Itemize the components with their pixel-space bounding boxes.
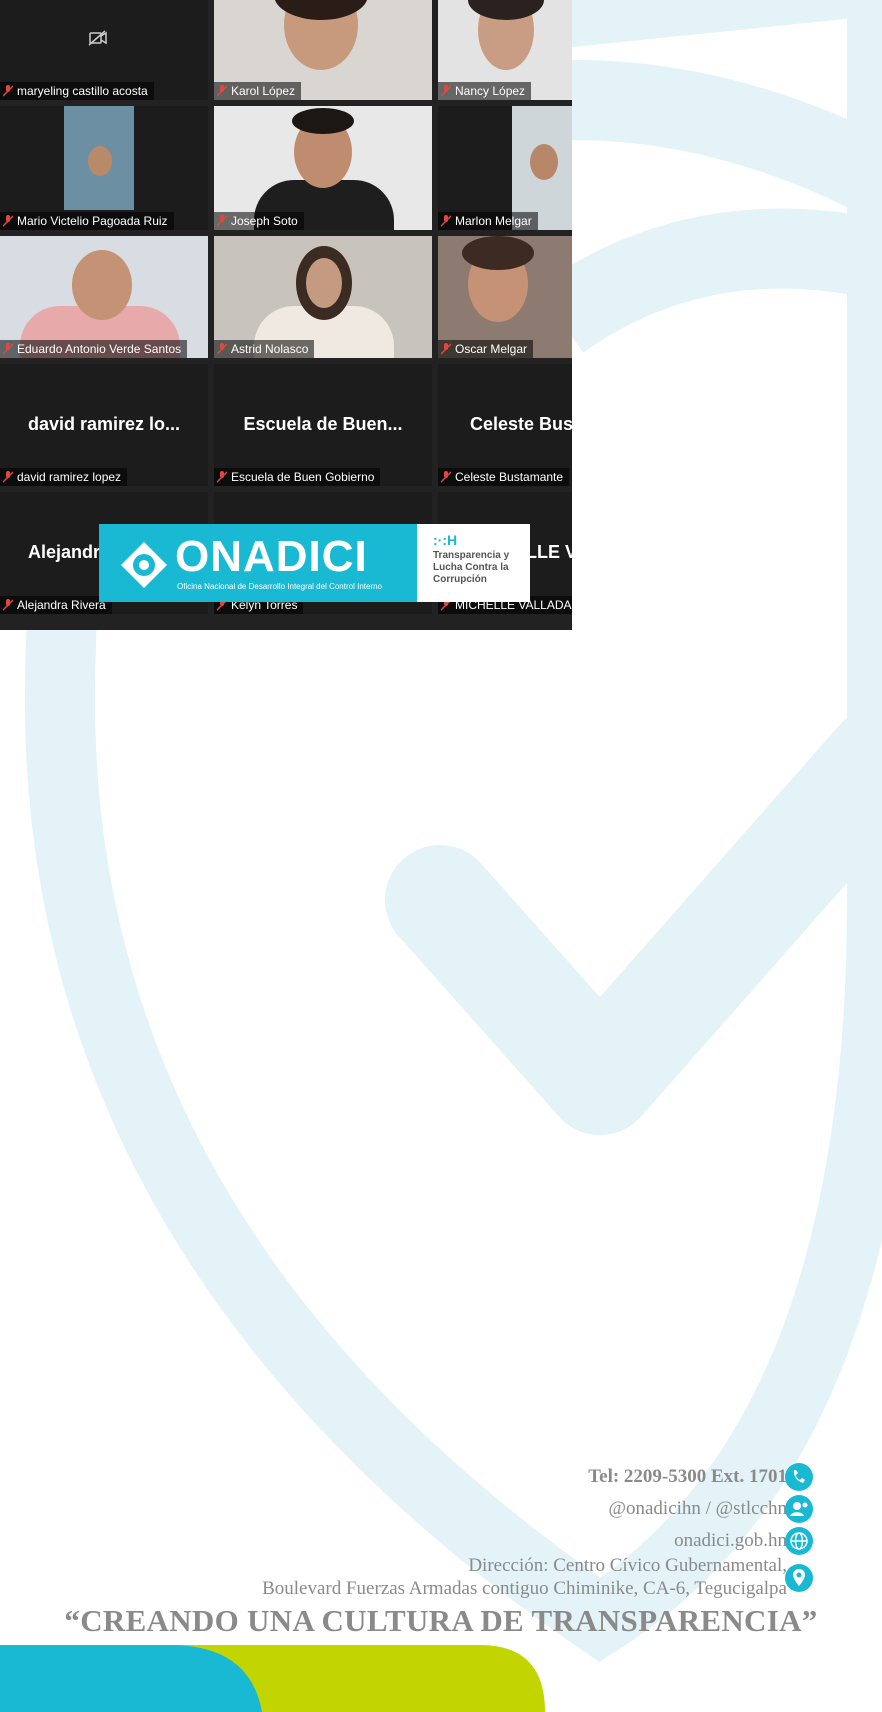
social-icon (785, 1495, 813, 1523)
participant-name-label: Nancy López (438, 82, 532, 100)
mic-muted-icon (3, 215, 13, 227)
mic-muted-icon (217, 215, 227, 227)
mic-muted-icon (3, 85, 13, 97)
contact-social: @onadicihn / @stlcchn (608, 1498, 787, 1519)
mic-muted-icon (441, 215, 451, 227)
participant-name-label: Joseph Soto (214, 212, 304, 230)
mic-muted-icon (441, 85, 451, 97)
mic-muted-icon (3, 343, 13, 355)
participant-name-label: Marlon Melgar (438, 212, 538, 230)
contact-address-line2: Boulevard Fuerzas Armadas contiguo Chimi… (262, 1578, 787, 1599)
footer-color-band (0, 1645, 545, 1712)
participant-tile[interactable]: Mario Victelio Pagoada Ruiz (0, 106, 208, 230)
onadici-banner: ONADICI Oficina Nacional de Desarrollo I… (99, 524, 530, 602)
globe-icon (785, 1527, 813, 1555)
participant-tile[interactable]: Nancy López (438, 0, 572, 100)
participant-tile[interactable]: Celeste Bus Celeste Bustamante (438, 364, 572, 486)
onadici-logo: ONADICI Oficina Nacional de Desarrollo I… (99, 524, 417, 602)
participant-name-label: Mario Victelio Pagoada Ruiz (0, 212, 174, 230)
participant-tile[interactable]: Marlon Melgar (438, 106, 572, 230)
phone-icon (785, 1463, 813, 1491)
mic-muted-icon (441, 343, 451, 355)
onadici-emblem-icon (121, 542, 167, 588)
hn-mark: :·:H (433, 532, 458, 548)
participant-tile[interactable]: Oscar Melgar (438, 236, 572, 358)
mic-muted-icon (3, 599, 13, 611)
participant-display-name: Escuela de Buen... (243, 414, 403, 434)
participant-name-label: david ramirez lopez (0, 468, 128, 486)
onadici-subtitle: Oficina Nacional de Desarrollo Integral … (177, 582, 382, 591)
participant-name-label: Karol López (214, 82, 302, 100)
participant-name-label: Alejandra Rivera (0, 596, 112, 614)
contact-address-line1: Dirección: Centro Cívico Gubernamental, (468, 1555, 787, 1576)
mic-muted-icon (3, 471, 13, 483)
participant-name-label: Celeste Bustamante (438, 468, 570, 486)
contact-phone: Tel: 2209-5300 Ext. 1701 (588, 1466, 787, 1487)
participant-tile[interactable]: maryeling castillo acosta (0, 0, 208, 100)
mic-muted-icon (217, 343, 227, 355)
onadici-wordmark: ONADICI (175, 532, 368, 581)
participant-name-label: maryeling castillo acosta (0, 82, 154, 100)
location-pin-icon (785, 1564, 813, 1592)
contact-website[interactable]: onadici.gob.hn (674, 1530, 787, 1552)
participant-name-label: Escuela de Buen Gobierno (214, 468, 381, 486)
mic-muted-icon (217, 471, 227, 483)
mic-muted-icon (441, 471, 451, 483)
participant-name-label: Astrid Nolasco (214, 340, 315, 358)
partner-text: Transparencia y Lucha Contra la Corrupci… (433, 550, 510, 585)
participant-tile[interactable]: Karol López (214, 0, 432, 100)
participant-display-name: Celeste Bus (470, 414, 572, 434)
camera-off-icon (88, 30, 107, 46)
participant-display-name: david ramirez lo... (27, 414, 181, 434)
participant-tile[interactable]: david ramirez lo... david ramirez lopez (0, 364, 208, 486)
slogan: “CREANDO UNA CULTURA DE TRANSPARENCIA” (64, 1603, 818, 1638)
mic-muted-icon (217, 85, 227, 97)
participant-name-label: Oscar Melgar (438, 340, 534, 358)
participant-name-label: Eduardo Antonio Verde Santos (0, 340, 188, 358)
participant-tile[interactable]: Astrid Nolasco (214, 236, 432, 358)
participant-tile[interactable]: Joseph Soto (214, 106, 432, 230)
partner-logo: :·:H Transparencia y Lucha Contra la Cor… (417, 524, 530, 602)
participant-tile[interactable]: Eduardo Antonio Verde Santos (0, 236, 208, 358)
participant-tile[interactable]: Escuela de Buen... Escuela de Buen Gobie… (214, 364, 432, 486)
